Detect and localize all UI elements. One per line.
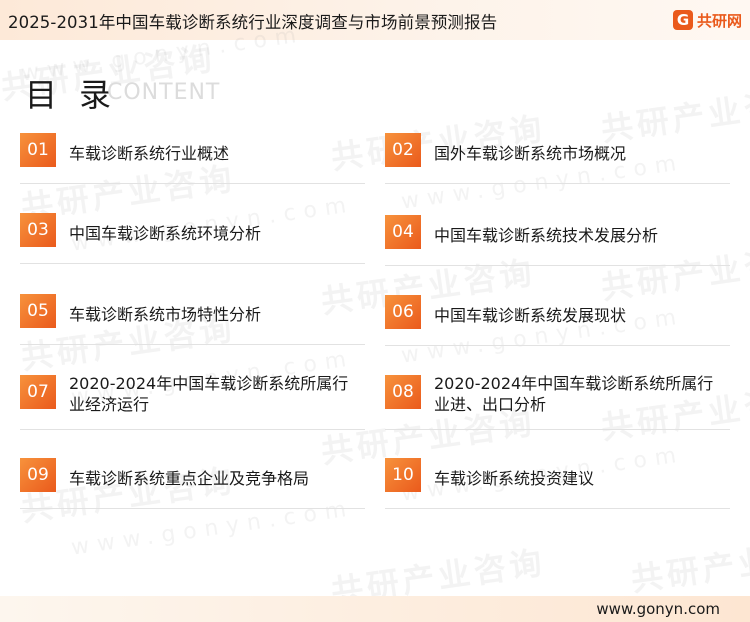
toc-subheading: CONTENT xyxy=(107,80,221,105)
toc-item-08[interactable]: 08 2020-2024年中国车载诊断系统所属行业进、出口分析 xyxy=(385,374,730,430)
toc-item-number: 03 xyxy=(20,213,56,247)
toc-item-03[interactable]: 03 中国车载诊断系统环境分析 xyxy=(20,213,365,264)
toc-item-label: 车载诊断系统重点企业及竞争格局 xyxy=(69,469,310,488)
footer-bar: www.gonyn.com xyxy=(0,596,750,622)
brand-logo-icon: G xyxy=(672,10,693,30)
toc-item-09[interactable]: 09 车载诊断系统重点企业及竞争格局 xyxy=(20,458,365,509)
toc-item-number: 10 xyxy=(385,458,421,492)
toc-item-label: 车载诊断系统市场特性分析 xyxy=(69,305,262,324)
toc-item-07[interactable]: 07 2020-2024年中国车载诊断系统所属行业经济运行 xyxy=(20,374,365,430)
toc-item-01[interactable]: 01 车载诊断系统行业概述 xyxy=(20,133,365,184)
toc-heading: 目 录 xyxy=(25,76,118,114)
toc-item-label: 中国车载诊断系统技术发展分析 xyxy=(434,226,659,245)
toc-item-02[interactable]: 02 国外车载诊断系统市场概况 xyxy=(385,133,730,184)
toc-item-label: 2020-2024年中国车载诊断系统所属行业进、出口分析 xyxy=(434,374,714,414)
toc-item-04[interactable]: 04 中国车载诊断系统技术发展分析 xyxy=(385,215,730,266)
toc-item-number: 09 xyxy=(20,458,56,492)
toc-item-number: 07 xyxy=(20,375,56,409)
toc-item-10[interactable]: 10 车载诊断系统投资建议 xyxy=(385,458,730,509)
toc-item-number: 06 xyxy=(385,295,421,329)
toc-item-number: 05 xyxy=(20,294,56,328)
brand-logo: G 共研网 xyxy=(672,9,742,31)
toc-item-label: 中国车载诊断系统发展现状 xyxy=(434,306,627,325)
watermark-text: 共研产业咨询 xyxy=(628,531,750,599)
toc-item-number: 02 xyxy=(385,133,421,167)
header-bar: 2025-2031年中国车载诊断系统行业深度调查与市场前景预测报告 G 共研网 xyxy=(0,0,750,40)
toc-item-label: 车载诊断系统行业概述 xyxy=(69,144,230,163)
toc-item-label: 中国车载诊断系统环境分析 xyxy=(69,224,262,243)
toc-item-number: 08 xyxy=(385,375,421,409)
toc-item-05[interactable]: 05 车载诊断系统市场特性分析 xyxy=(20,294,365,345)
toc-item-06[interactable]: 06 中国车载诊断系统发展现状 xyxy=(385,295,730,346)
toc-item-number: 04 xyxy=(385,215,421,249)
toc-item-number: 01 xyxy=(20,133,56,167)
toc-item-label: 车载诊断系统投资建议 xyxy=(434,469,595,488)
toc-item-label: 2020-2024年中国车载诊断系统所属行业经济运行 xyxy=(69,374,349,414)
brand-name: 共研网 xyxy=(696,11,742,30)
document-title: 2025-2031年中国车载诊断系统行业深度调查与市场前景预测报告 xyxy=(8,13,498,32)
toc-item-label: 国外车载诊断系统市场概况 xyxy=(434,144,627,163)
footer-website: www.gonyn.com xyxy=(596,600,720,618)
